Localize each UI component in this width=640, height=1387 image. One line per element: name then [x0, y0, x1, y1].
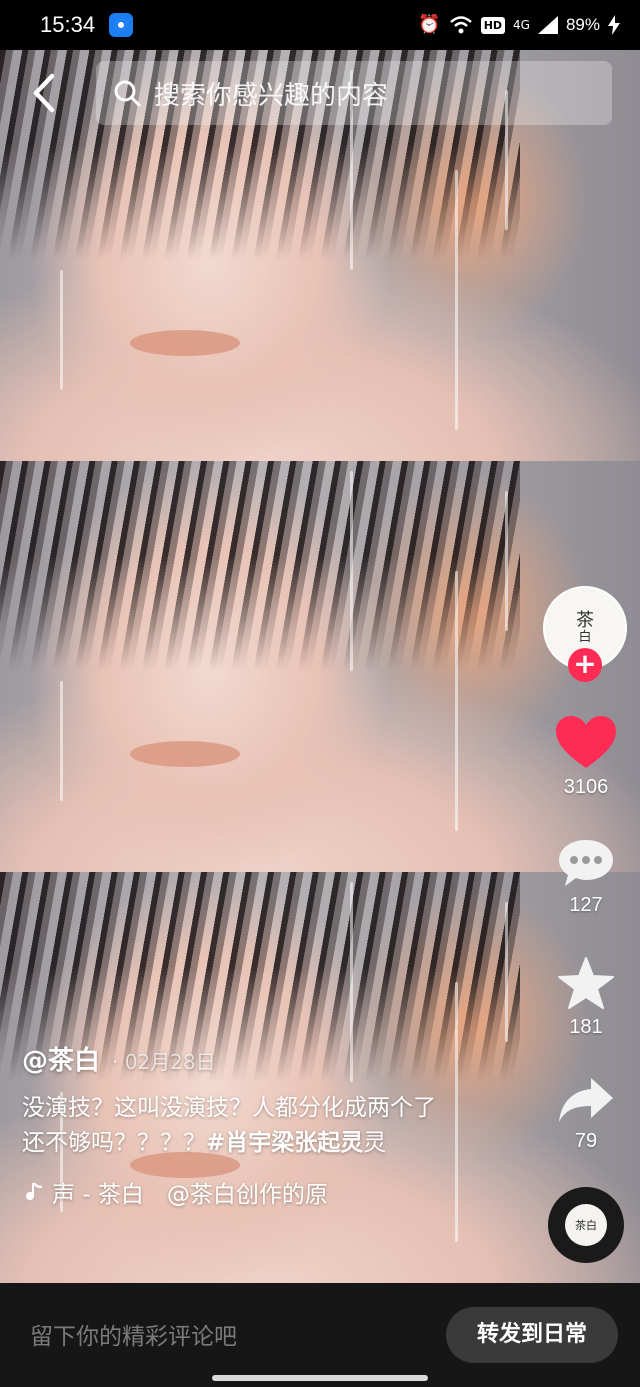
share-button[interactable]: 79 — [548, 1076, 624, 1153]
battery-level: 89% — [565, 15, 600, 34]
status-time: 15:34 — [40, 12, 96, 37]
follow-button[interactable]: + — [568, 648, 602, 682]
bottom-bar: 留下你的精彩评论吧 转发到日常 — [0, 1283, 640, 1387]
favorite-button[interactable]: 181 — [548, 956, 624, 1039]
heart-icon — [556, 716, 616, 768]
like-button[interactable]: 3106 — [548, 716, 624, 799]
charging-icon — [608, 15, 620, 35]
video-frame — [0, 461, 640, 872]
music-disc[interactable]: 茶白 — [548, 1187, 624, 1263]
search-input[interactable]: 搜索你感兴趣的内容 — [96, 61, 612, 125]
music-disc-cover: 茶白 — [565, 1204, 607, 1246]
status-bar: 15:34 ⏰ HD 4G 89% — [0, 0, 640, 50]
avatar-text: 茶 — [576, 609, 594, 631]
post-caption: @茶白 · 02月28日 没演技？这叫没演技？人都分化成两个了还不够吗？？？？#… — [22, 1040, 452, 1209]
share-to-daily-button[interactable]: 转发到日常 — [446, 1307, 618, 1363]
music-info[interactable]: 声 - 茶白 @茶白创作的原 — [22, 1175, 452, 1209]
comment-bubble-icon — [559, 840, 613, 886]
avatar-text: 白 — [578, 629, 592, 645]
hd-badge: HD — [480, 16, 506, 34]
music-title: 声 - 茶白 @茶白创作的原 — [52, 1182, 328, 1208]
network-type: 4G — [513, 18, 530, 32]
comment-count: 127 — [569, 894, 603, 916]
home-indicator[interactable] — [212, 1375, 428, 1381]
post-date: · 02月28日 — [112, 1050, 216, 1074]
status-indicators: ⏰ HD 4G 89% — [418, 15, 620, 35]
chevron-left-icon — [33, 73, 55, 113]
comment-input[interactable]: 留下你的精彩评论吧 — [30, 1317, 237, 1351]
post-description: 没演技？这叫没演技？人都分化成两个了还不够吗？？？？#肖宇梁张起灵灵 — [22, 1091, 452, 1161]
favorite-count: 181 — [569, 1016, 603, 1038]
share-count: 79 — [574, 1130, 598, 1152]
wifi-icon — [449, 16, 472, 34]
author-name[interactable]: @茶白 — [22, 1040, 100, 1077]
signal-icon — [537, 16, 558, 34]
back-button[interactable] — [22, 66, 70, 120]
like-count: 3106 — [563, 776, 609, 798]
search-placeholder: 搜索你感兴趣的内容 — [154, 80, 389, 111]
alarm-icon: ⏰ — [418, 14, 441, 35]
share-arrow-icon — [559, 1078, 613, 1122]
star-icon — [558, 957, 614, 1009]
music-note-icon — [26, 1182, 43, 1200]
hashtag-link[interactable]: #肖宇梁张起灵 — [206, 1130, 363, 1156]
app-notification-icon — [109, 13, 134, 37]
comment-button[interactable]: 127 — [548, 838, 624, 917]
hashtag-tail: 灵 — [363, 1130, 387, 1156]
search-icon — [114, 80, 141, 107]
